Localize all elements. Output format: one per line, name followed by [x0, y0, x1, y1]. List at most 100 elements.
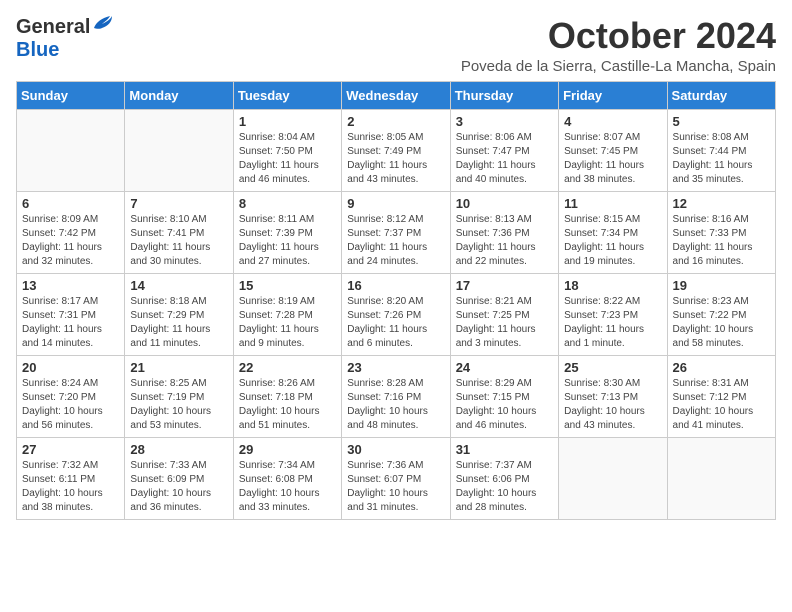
calendar-cell: 23 Sunrise: 8:28 AMSunset: 7:16 PMDayligh…	[342, 355, 450, 437]
calendar-cell: 27 Sunrise: 7:32 AMSunset: 6:11 PMDayligh…	[17, 437, 125, 519]
calendar-cell: 20Sunrise: 8:24 AMSunset: 7:20 PMDayligh…	[17, 355, 125, 437]
day-info: Sunrise: 8:12 AMSunset: 7:37 PMDaylight:…	[347, 213, 444, 269]
day-number: 18	[564, 278, 661, 293]
day-info: Sunrise: 8:21 AMSunset: 7:25 PMDaylight:…	[456, 295, 553, 351]
day-info: Sunrise: 8:19 AMSunset: 7:28 PMDaylight:…	[239, 295, 336, 351]
day-number: 30	[347, 442, 444, 457]
day-info: Sunrise: 8:30 AMSunset: 7:13 PMDaylight:…	[564, 377, 661, 433]
day-info: Sunrise: 8:22 AMSunset: 7:23 PMDaylight:…	[564, 295, 661, 351]
day-info: Sunrise: 8:23 AMSunset: 7:22 PMDaylight:…	[673, 295, 770, 351]
calendar-week-1: 1 Sunrise: 8:04 AMSunset: 7:50 PMDaylight…	[17, 109, 776, 191]
calendar-cell	[559, 437, 667, 519]
day-info: Sunrise: 8:13 AMSunset: 7:36 PMDaylight:…	[456, 213, 553, 269]
day-number: 14	[130, 278, 227, 293]
calendar-cell: 25 Sunrise: 8:30 AMSunset: 7:13 PMDayligh…	[559, 355, 667, 437]
day-info: Sunrise: 8:15 AMSunset: 7:34 PMDaylight:…	[564, 213, 661, 269]
calendar-cell	[125, 109, 233, 191]
calendar-cell: 2 Sunrise: 8:05 AMSunset: 7:49 PMDaylight…	[342, 109, 450, 191]
location: Poveda de la Sierra, Castille-La Mancha,…	[461, 58, 776, 75]
day-info: Sunrise: 8:25 AMSunset: 7:19 PMDaylight:…	[130, 377, 227, 433]
day-header-sunday: Sunday	[17, 81, 125, 109]
day-number: 15	[239, 278, 336, 293]
day-number: 23	[347, 360, 444, 375]
title-block: October 2024 Poveda de la Sierra, Castil…	[461, 16, 776, 75]
calendar-week-2: 6 Sunrise: 8:09 AMSunset: 7:42 PMDaylight…	[17, 191, 776, 273]
day-number: 22	[239, 360, 336, 375]
day-number: 20	[22, 360, 119, 375]
day-info: Sunrise: 8:31 AMSunset: 7:12 PMDaylight:…	[673, 377, 770, 433]
day-number: 8	[239, 196, 336, 211]
calendar-cell: 6 Sunrise: 8:09 AMSunset: 7:42 PMDaylight…	[17, 191, 125, 273]
day-number: 6	[22, 196, 119, 211]
day-info: Sunrise: 8:11 AMSunset: 7:39 PMDaylight:…	[239, 213, 336, 269]
day-number: 17	[456, 278, 553, 293]
day-number: 4	[564, 114, 661, 129]
day-info: Sunrise: 7:36 AMSunset: 6:07 PMDaylight:…	[347, 459, 444, 515]
calendar-cell: 15 Sunrise: 8:19 AMSunset: 7:28 PMDayligh…	[233, 273, 341, 355]
calendar-cell	[667, 437, 775, 519]
calendar-cell: 10Sunrise: 8:13 AMSunset: 7:36 PMDayligh…	[450, 191, 558, 273]
calendar-table: SundayMondayTuesdayWednesdayThursdayFrid…	[16, 81, 776, 520]
day-number: 16	[347, 278, 444, 293]
day-info: Sunrise: 8:10 AMSunset: 7:41 PMDaylight:…	[130, 213, 227, 269]
day-header-monday: Monday	[125, 81, 233, 109]
day-info: Sunrise: 8:28 AMSunset: 7:16 PMDaylight:…	[347, 377, 444, 433]
day-info: Sunrise: 7:33 AMSunset: 6:09 PMDaylight:…	[130, 459, 227, 515]
day-info: Sunrise: 8:16 AMSunset: 7:33 PMDaylight:…	[673, 213, 770, 269]
day-info: Sunrise: 8:07 AMSunset: 7:45 PMDaylight:…	[564, 131, 661, 187]
calendar-cell	[17, 109, 125, 191]
day-info: Sunrise: 7:32 AMSunset: 6:11 PMDaylight:…	[22, 459, 119, 515]
day-number: 19	[673, 278, 770, 293]
calendar-header-row: SundayMondayTuesdayWednesdayThursdayFrid…	[17, 81, 776, 109]
day-header-saturday: Saturday	[667, 81, 775, 109]
day-header-thursday: Thursday	[450, 81, 558, 109]
day-info: Sunrise: 8:20 AMSunset: 7:26 PMDaylight:…	[347, 295, 444, 351]
day-info: Sunrise: 8:17 AMSunset: 7:31 PMDaylight:…	[22, 295, 119, 351]
day-number: 27	[22, 442, 119, 457]
day-info: Sunrise: 8:09 AMSunset: 7:42 PMDaylight:…	[22, 213, 119, 269]
logo-bird-icon	[92, 14, 114, 32]
day-info: Sunrise: 8:29 AMSunset: 7:15 PMDaylight:…	[456, 377, 553, 433]
day-header-tuesday: Tuesday	[233, 81, 341, 109]
calendar-cell: 24 Sunrise: 8:29 AMSunset: 7:15 PMDayligh…	[450, 355, 558, 437]
day-header-friday: Friday	[559, 81, 667, 109]
day-number: 31	[456, 442, 553, 457]
day-info: Sunrise: 7:37 AMSunset: 6:06 PMDaylight:…	[456, 459, 553, 515]
calendar-cell: 5Sunrise: 8:08 AMSunset: 7:44 PMDaylight…	[667, 109, 775, 191]
calendar-cell: 16 Sunrise: 8:20 AMSunset: 7:26 PMDayligh…	[342, 273, 450, 355]
calendar-cell: 1 Sunrise: 8:04 AMSunset: 7:50 PMDaylight…	[233, 109, 341, 191]
calendar-cell: 22 Sunrise: 8:26 AMSunset: 7:18 PMDayligh…	[233, 355, 341, 437]
day-number: 28	[130, 442, 227, 457]
day-number: 29	[239, 442, 336, 457]
calendar-cell: 9 Sunrise: 8:12 AMSunset: 7:37 PMDaylight…	[342, 191, 450, 273]
page-header: General Blue October 2024 Poveda de la S…	[16, 16, 776, 75]
day-info: Sunrise: 8:04 AMSunset: 7:50 PMDaylight:…	[239, 131, 336, 187]
day-number: 13	[22, 278, 119, 293]
day-number: 7	[130, 196, 227, 211]
calendar-week-3: 13 Sunrise: 8:17 AMSunset: 7:31 PMDayligh…	[17, 273, 776, 355]
day-info: Sunrise: 8:26 AMSunset: 7:18 PMDaylight:…	[239, 377, 336, 433]
day-number: 9	[347, 196, 444, 211]
calendar-week-5: 27 Sunrise: 7:32 AMSunset: 6:11 PMDayligh…	[17, 437, 776, 519]
day-number: 2	[347, 114, 444, 129]
calendar-cell: 7 Sunrise: 8:10 AMSunset: 7:41 PMDaylight…	[125, 191, 233, 273]
day-number: 3	[456, 114, 553, 129]
calendar-cell: 14 Sunrise: 8:18 AMSunset: 7:29 PMDayligh…	[125, 273, 233, 355]
day-number: 21	[130, 360, 227, 375]
day-number: 26	[673, 360, 770, 375]
month-title: October 2024	[461, 16, 776, 56]
day-info: Sunrise: 8:05 AMSunset: 7:49 PMDaylight:…	[347, 131, 444, 187]
day-number: 1	[239, 114, 336, 129]
calendar-cell: 19 Sunrise: 8:23 AMSunset: 7:22 PMDayligh…	[667, 273, 775, 355]
day-info: Sunrise: 8:06 AMSunset: 7:47 PMDaylight:…	[456, 131, 553, 187]
day-number: 11	[564, 196, 661, 211]
day-info: Sunrise: 8:18 AMSunset: 7:29 PMDaylight:…	[130, 295, 227, 351]
logo-line1: General	[16, 16, 114, 39]
calendar-cell: 4 Sunrise: 8:07 AMSunset: 7:45 PMDaylight…	[559, 109, 667, 191]
calendar-cell: 8 Sunrise: 8:11 AMSunset: 7:39 PMDaylight…	[233, 191, 341, 273]
logo: General Blue	[16, 16, 114, 62]
day-info: Sunrise: 7:34 AMSunset: 6:08 PMDaylight:…	[239, 459, 336, 515]
day-number: 24	[456, 360, 553, 375]
day-number: 25	[564, 360, 661, 375]
day-number: 5	[673, 114, 770, 129]
